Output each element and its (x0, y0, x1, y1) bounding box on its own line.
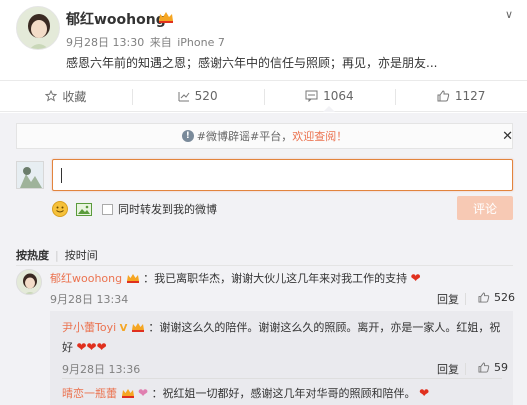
divider (465, 293, 466, 305)
heart-icon: ❤❤❤ (76, 340, 107, 354)
text-cursor (61, 168, 62, 183)
post-text: 感恩六年前的知遇之恩；感谢六年中的信任与照顾；再见，亦是朋友... (66, 56, 438, 70)
heart-icon: ❤ (410, 271, 421, 285)
thumbs-up-icon (478, 362, 490, 373)
reply-body: ：祝红姐一切都好，感谢这几年对华哥的照顾和陪伴。 (151, 387, 416, 400)
comment-icon (305, 90, 318, 102)
info-icon: ! (181, 130, 194, 142)
rumor-notice: ! #微博辟谣#平台， 欢迎查阅！ (16, 123, 513, 149)
sort-by-hot-tab[interactable]: 按热度 (16, 247, 49, 263)
post-meta: 9月28日 13:30 来自 iPhone 7 (66, 34, 227, 50)
repost-checkbox-label[interactable]: 同时转发到我的微博 (118, 201, 217, 217)
sort-bar: 按热度 | 按时间 (16, 247, 98, 263)
comment-panel: ! #微博辟谣#平台， 欢迎查阅！ ✕ 同时转发到我的微博 评论 按热度 | 按… (0, 113, 527, 405)
like-count: 1127 (454, 89, 486, 103)
sort-by-time-tab[interactable]: 按时间 (65, 247, 98, 263)
comment-button[interactable]: 1064 (263, 81, 396, 112)
reply-button[interactable]: 回复 (437, 291, 459, 307)
thumbs-up-icon (437, 90, 450, 102)
reply-text: 晴恋一瓶蕾 ❤ ：祝红姐一切都好，感谢这几年对华哥的照顾和陪伴。 ❤ (62, 385, 429, 401)
divider (465, 363, 466, 375)
reply-like-button[interactable]: 59 (478, 361, 508, 374)
divider (16, 265, 513, 266)
emoji-icon[interactable] (52, 201, 68, 217)
favorite-label: 收藏 (62, 89, 87, 104)
sort-divider: | (55, 248, 59, 262)
comment-body: ：我已离职华杰，谢谢大伙儿这几年来对我工作的支持 (143, 272, 408, 285)
star-icon (45, 90, 58, 102)
comment-text: 郁红woohong ：我已离职华杰，谢谢大伙儿这几年来对我工作的支持 ❤ (50, 270, 421, 286)
submit-comment-button[interactable]: 评论 (457, 196, 513, 220)
post-date[interactable]: 9月28日 13:30 (66, 36, 144, 49)
comment-like-button[interactable]: 526 (478, 291, 515, 304)
commenter-name[interactable]: 郁红woohong (50, 272, 122, 285)
close-icon[interactable]: ✕ (502, 129, 513, 144)
thumbs-up-icon (478, 292, 490, 303)
post-source[interactable]: iPhone 7 (177, 36, 225, 49)
post-header: 郁红woohong ∨ 9月28日 13:30 来自 iPhone 7 感恩六年… (0, 0, 527, 80)
repost-icon (178, 92, 190, 102)
verified-v-icon: V (119, 323, 128, 334)
reply-body: ：谢谢这么久的陪伴。谢谢这么久的照顾。离开，亦是一家人。红姐，祝好 (62, 321, 501, 354)
reply-user-name[interactable]: 尹小蕾Toyi (62, 321, 116, 334)
composer-tools: 同时转发到我的微博 (52, 199, 217, 219)
pink-heart-icon: ❤ (138, 386, 149, 400)
comment-like-count: 526 (494, 291, 515, 304)
like-button[interactable]: 1127 (395, 81, 527, 111)
comment-input[interactable] (52, 159, 513, 191)
image-icon[interactable] (76, 202, 92, 216)
reply-like-count: 59 (494, 361, 508, 374)
notice-tag[interactable]: #微博辟谣#平台， (197, 128, 292, 144)
favorite-button[interactable]: 收藏 (0, 81, 132, 111)
action-bar: 收藏 520 1064 1127 (0, 80, 527, 112)
author-avatar[interactable] (16, 6, 60, 50)
commenter-avatar[interactable] (16, 269, 42, 295)
reply-button[interactable]: 回复 (437, 361, 459, 377)
reply-text: 尹小蕾Toyi V ：谢谢这么久的陪伴。谢谢这么久的照顾。离开，亦是一家人。红姐… (62, 318, 502, 357)
author-name[interactable]: 郁红woohong (66, 9, 166, 29)
repost-checkbox[interactable] (102, 203, 113, 215)
divider (62, 378, 502, 379)
vip-crown-icon (126, 274, 139, 283)
notice-link[interactable]: 欢迎查阅！ (292, 128, 347, 144)
comment-count: 1064 (323, 89, 354, 103)
repost-count: 520 (194, 89, 218, 103)
reply-user-name[interactable]: 晴恋一瓶蕾 (62, 387, 117, 400)
vip-crown-icon (159, 12, 173, 23)
repost-button[interactable]: 520 (131, 81, 264, 111)
vip-crown-icon (131, 323, 144, 332)
post-source-prefix: 来自 (149, 36, 172, 49)
my-avatar[interactable] (16, 161, 44, 189)
reply-time: 9月28日 13:36 (62, 363, 141, 376)
comment-time: 9月28日 13:34 (50, 293, 129, 306)
heart-icon: ❤ (419, 386, 430, 400)
vip-crown-icon (121, 389, 134, 398)
more-chevron-down-icon[interactable]: ∨ (505, 8, 513, 21)
